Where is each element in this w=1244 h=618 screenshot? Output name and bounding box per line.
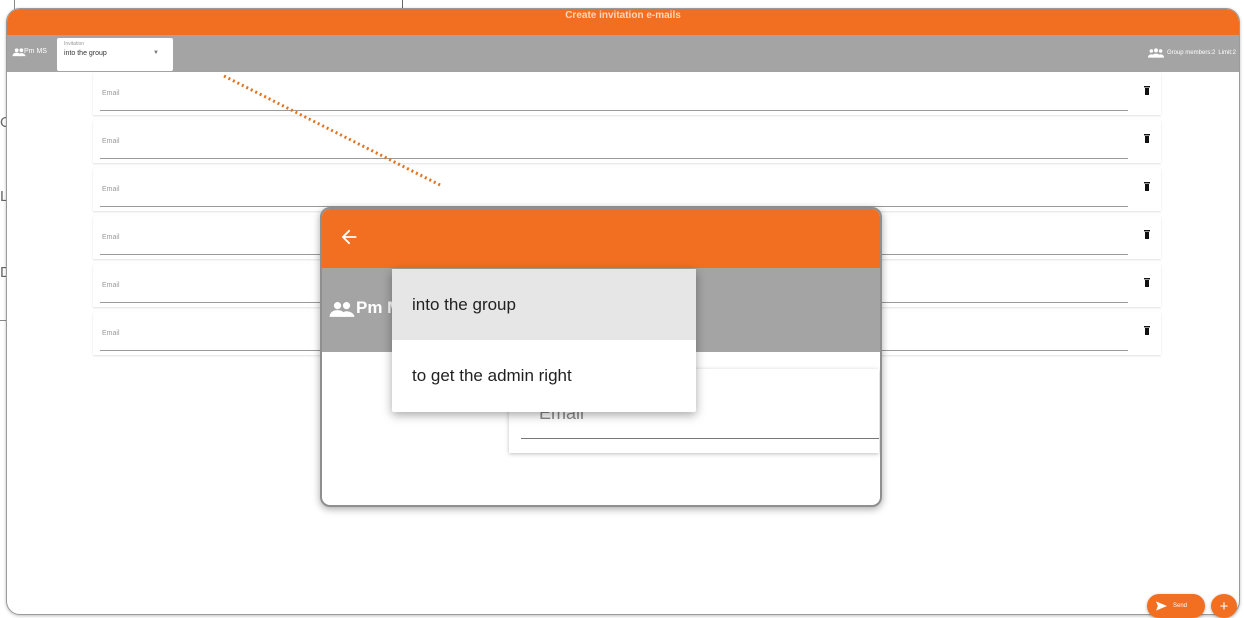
chevron-down-icon: ▼ (153, 50, 159, 56)
group-stats: Group members:2 Limit:2 (1147, 47, 1236, 59)
group-limit: Limit:2 (1218, 50, 1236, 56)
delete-icon[interactable] (1144, 326, 1150, 335)
delete-icon[interactable] (1144, 134, 1150, 143)
invitation-select[interactable]: Invitation into the group ▼ (57, 38, 173, 71)
delete-icon[interactable] (1144, 182, 1150, 191)
back-arrow-icon[interactable] (338, 226, 360, 248)
delete-icon[interactable] (1144, 86, 1150, 95)
group-members-count: Group members:2 (1166, 50, 1216, 56)
toolbar: Pm MS Invitation into the group ▼ Group … (7, 35, 1239, 72)
email-placeholder: Email (102, 186, 120, 193)
send-label: Send (1173, 603, 1188, 609)
title-bar: Create invitation e-mails (7, 9, 1239, 35)
add-email-button[interactable]: + (1211, 594, 1237, 618)
window-title: Create invitation e-mails (565, 10, 681, 21)
email-placeholder: Email (102, 330, 120, 337)
group-icon (329, 302, 355, 317)
delete-icon[interactable] (1144, 230, 1150, 239)
send-button[interactable]: Send (1147, 594, 1205, 618)
send-icon (1156, 601, 1167, 611)
email-placeholder: Email (102, 90, 120, 97)
dropdown-option-admin-right[interactable]: to get the admin right (392, 340, 696, 411)
email-placeholder: Email (102, 234, 120, 241)
invitation-select-label: Invitation (64, 41, 85, 47)
inset-title-bar (322, 209, 880, 268)
invitation-select-value: into the group (64, 50, 107, 57)
email-placeholder: Email (102, 282, 120, 289)
group-name: Pm MS (24, 48, 47, 55)
delete-icon[interactable] (1144, 278, 1150, 287)
email-placeholder: Email (102, 138, 120, 145)
invitation-dropdown-menu: into the group to get the admin right (392, 269, 696, 412)
dropdown-option-into-the-group[interactable]: into the group (392, 269, 696, 340)
group-members-icon (1147, 48, 1164, 58)
annotation-dotted-line (223, 74, 443, 188)
